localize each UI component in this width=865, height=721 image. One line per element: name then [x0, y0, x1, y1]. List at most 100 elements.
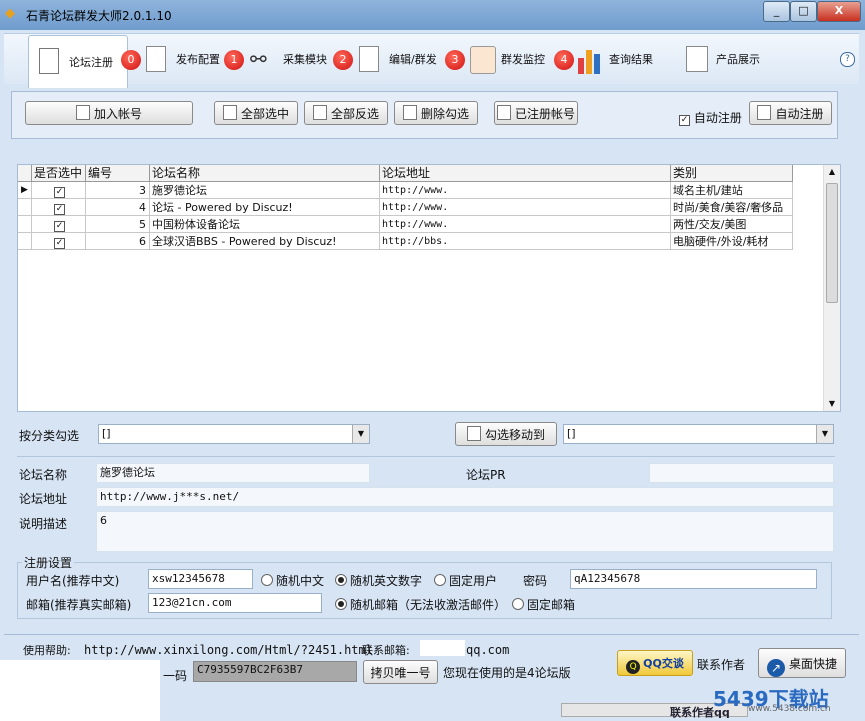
forum-grid[interactable]: 是否选中 编号 论坛名称 论坛地址 类别 ▶ ✓ 3 施罗德论坛 http://…: [17, 164, 841, 412]
cell-url: http://www.: [380, 182, 671, 199]
cell-number: 3: [86, 182, 150, 199]
grid-scrollbar[interactable]: ▲ ▼: [823, 165, 840, 411]
help-icon[interactable]: ?: [840, 52, 855, 67]
row-checkbox[interactable]: ✓: [32, 199, 86, 216]
col-forum-url[interactable]: 论坛地址: [380, 165, 671, 182]
forum-name-field[interactable]: 施罗德论坛: [96, 463, 370, 483]
radio-label: 随机中文: [276, 574, 325, 588]
minimize-button[interactable]: _: [763, 1, 790, 22]
delete-checked-button[interactable]: 删除勾选: [394, 101, 478, 125]
chevron-down-icon[interactable]: ▼: [816, 425, 833, 443]
button-label: 自动注册: [775, 107, 824, 121]
move-target-select[interactable]: [] ▼: [563, 424, 834, 444]
cell-category: 两性/交友/美图: [671, 216, 793, 233]
cell-name: 施罗德论坛: [150, 182, 380, 199]
cell-category: 电脑硬件/外设/耗材: [671, 233, 793, 250]
copy-code-button[interactable]: 拷贝唯一号: [363, 660, 438, 684]
row-indicator: [18, 199, 32, 216]
description-label: 说明描述: [19, 517, 68, 531]
tab-label: 查询结果: [609, 53, 653, 66]
email-input[interactable]: 123@21cn.com: [148, 593, 322, 613]
category-filter-label: 按分类勾选: [19, 429, 80, 443]
scroll-thumb[interactable]: [826, 183, 838, 303]
radio-button[interactable]: [434, 574, 446, 586]
forum-pr-field[interactable]: [649, 463, 834, 483]
button-label: QQ交谈: [643, 657, 684, 670]
row-checkbox[interactable]: ✓: [32, 182, 86, 199]
step-badge: 0: [121, 50, 141, 70]
category-filter-select[interactable]: [] ▼: [98, 424, 370, 444]
tab-label: 采集模块: [283, 53, 327, 66]
radio-button[interactable]: [261, 574, 273, 586]
title-bar: ◆ 石青论坛群发大师2.0.1.10 _ □ X: [0, 0, 865, 30]
help-link[interactable]: http://www.xinxilong.com/Html/?2451.html: [84, 643, 373, 657]
forum-url-label: 论坛地址: [19, 492, 68, 506]
redacted-box: [420, 640, 465, 656]
username-input[interactable]: xsw12345678: [148, 569, 253, 589]
tab-forum-register[interactable]: 论坛注册: [28, 35, 128, 88]
col-forum-name[interactable]: 论坛名称: [150, 165, 380, 182]
cell-category: 时尚/美食/美容/奢侈品: [671, 199, 793, 216]
tab-products[interactable]: 产品展示: [686, 42, 768, 76]
close-button[interactable]: X: [817, 1, 861, 22]
auto-register-checkbox[interactable]: ✓ 自动注册: [679, 109, 742, 126]
radio-random-en-num[interactable]: 随机英文数字: [335, 572, 422, 589]
radio-random-chinese[interactable]: 随机中文: [261, 572, 324, 589]
tab-monitor[interactable]: 群发监控: [470, 42, 550, 76]
col-number[interactable]: 编号: [86, 165, 150, 182]
divider: [17, 456, 835, 457]
chevron-down-icon[interactable]: ▼: [352, 425, 369, 443]
binoculars-icon: ⚯: [250, 47, 267, 71]
radio-button[interactable]: [512, 598, 524, 610]
scroll-down-icon[interactable]: ▼: [824, 397, 840, 411]
step-badge: 3: [445, 50, 465, 70]
button-label: 勾选移动到: [484, 428, 545, 442]
radio-fixed-mail[interactable]: 固定邮箱: [512, 596, 575, 613]
tab-edit-send[interactable]: 编辑/群发: [359, 42, 441, 76]
tab-collect[interactable]: ⚯ 采集模块: [250, 42, 330, 76]
register-settings-legend: 注册设置: [22, 554, 75, 571]
unique-code-label: 一码: [163, 669, 188, 683]
radio-random-mail[interactable]: 随机邮箱（无法收激活邮件）: [335, 596, 506, 613]
invert-selection-button[interactable]: 全部反选: [304, 101, 388, 125]
move-icon: [466, 426, 481, 441]
button-label: 桌面快捷: [788, 657, 837, 671]
cell-number: 4: [86, 199, 150, 216]
radio-button[interactable]: [335, 598, 347, 610]
forum-url-field[interactable]: http://www.j***s.net/: [96, 487, 834, 507]
unique-code-field[interactable]: C7935597BC2F63B7: [193, 661, 357, 682]
move-checked-button[interactable]: 勾选移动到: [455, 422, 557, 446]
auto-register-button[interactable]: 自动注册: [749, 101, 832, 125]
registered-accounts-button[interactable]: 已注册帐号: [494, 101, 578, 125]
tab-publish-config[interactable]: 发布配置: [146, 42, 226, 76]
cell-category: 域名主机/建站: [671, 182, 793, 199]
version-text: 您现在使用的是4论坛版: [443, 666, 571, 680]
eraser-icon: [402, 105, 417, 120]
step-badge: 1: [224, 50, 244, 70]
document-icon: [686, 46, 708, 72]
radio-fixed-user[interactable]: 固定用户: [434, 572, 497, 589]
contact-author-label: 联系作者: [697, 658, 746, 672]
scroll-up-icon[interactable]: ▲: [824, 165, 840, 179]
page-icon: [146, 46, 166, 72]
radio-label: 固定邮箱: [527, 598, 576, 612]
checkbox[interactable]: ✓: [679, 115, 690, 126]
col-category[interactable]: 类别: [671, 165, 793, 182]
forum-name-label: 论坛名称: [19, 468, 68, 482]
tab-query-results[interactable]: 查询结果: [577, 42, 659, 76]
qq-chat-button[interactable]: Q QQ交谈: [617, 650, 693, 676]
col-selected[interactable]: 是否选中: [32, 165, 86, 182]
row-indicator-header: [18, 165, 32, 182]
select-value: []: [102, 427, 111, 440]
maximize-button[interactable]: □: [790, 1, 817, 22]
desktop-shortcut-button[interactable]: ↗ 桌面快捷: [758, 648, 846, 678]
description-field[interactable]: 6: [96, 511, 834, 552]
cell-url: http://www.: [380, 199, 671, 216]
row-checkbox[interactable]: ✓: [32, 216, 86, 233]
forum-pr-label: 论坛PR: [466, 468, 506, 482]
add-account-button[interactable]: 加入帐号: [25, 101, 193, 125]
select-all-button[interactable]: 全部选中: [214, 101, 298, 125]
row-checkbox[interactable]: ✓: [32, 233, 86, 250]
password-input[interactable]: qA12345678: [570, 569, 817, 589]
radio-button[interactable]: [335, 574, 347, 586]
